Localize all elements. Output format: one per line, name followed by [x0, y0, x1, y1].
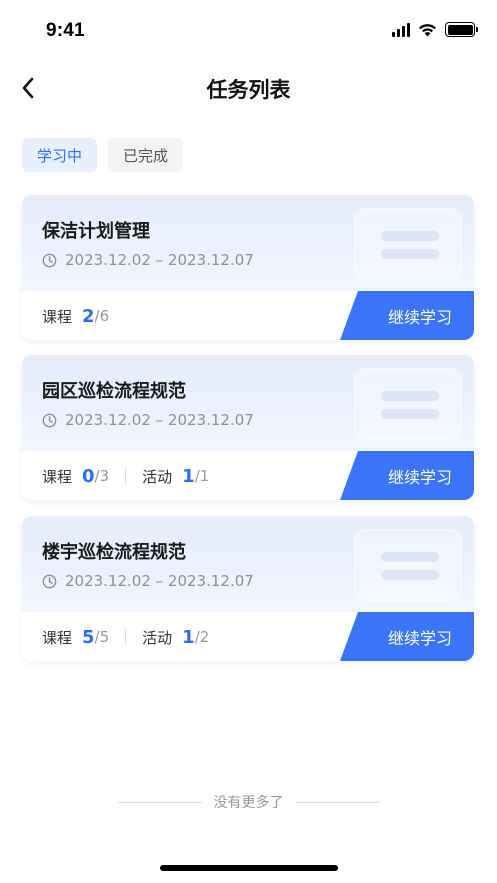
signal-icon — [392, 22, 410, 37]
card-footer: 课程 5 / 5 活动 1 / 2 继续学习 — [22, 612, 474, 661]
clock-icon — [42, 413, 57, 427]
tab-completed[interactable]: 已完成 — [108, 138, 184, 172]
card-footer: 课程 2 / 6 继续学习 — [22, 291, 474, 340]
nav-bar: 任务列表 — [0, 60, 497, 116]
home-indicator[interactable] — [160, 865, 338, 871]
task-date: 2023.12.02 – 2023.12.07 — [42, 411, 254, 429]
clock-icon — [42, 253, 57, 267]
task-card[interactable]: 园区巡检流程规范 2023.12.02 – 2023.12.07 课程 0 / … — [22, 355, 474, 500]
continue-learning-button[interactable]: 继续学习 — [340, 612, 474, 661]
card-decoration — [354, 529, 462, 601]
task-stats: 课程 0 / 3 活动 1 / 1 — [42, 465, 210, 487]
page-title: 任务列表 — [206, 78, 291, 102]
task-card[interactable]: 楼宇巡检流程规范 2023.12.02 – 2023.12.07 课程 5 / … — [22, 516, 474, 661]
stat-total-course: 5 — [99, 628, 110, 646]
filter-tabs: 学习中 已完成 — [22, 138, 184, 172]
stat-label-activity: 活动 — [142, 628, 173, 647]
task-title: 园区巡检流程规范 — [42, 381, 186, 402]
task-card[interactable]: 保洁计划管理 2023.12.02 – 2023.12.07 课程 2 / 6 … — [22, 195, 474, 340]
task-date-range: 2023.12.02 – 2023.12.07 — [65, 251, 254, 269]
stat-divider — [125, 629, 127, 645]
stat-label-course: 课程 — [42, 307, 73, 326]
end-of-list: 没有更多了 — [0, 792, 497, 812]
status-bar: 9:41 — [0, 0, 497, 60]
stat-total-activity: 2 — [199, 628, 210, 646]
card-decoration — [354, 368, 462, 440]
stat-label-course: 课程 — [42, 628, 73, 647]
stat-done-activity: 1 — [182, 465, 195, 487]
stat-divider — [125, 468, 127, 484]
card-header: 保洁计划管理 2023.12.02 – 2023.12.07 — [22, 195, 474, 291]
battery-icon — [445, 22, 478, 37]
wifi-icon — [419, 23, 436, 36]
stat-label-course: 课程 — [42, 467, 73, 486]
stat-done-course: 0 — [82, 465, 95, 487]
stat-done-activity: 1 — [182, 626, 195, 648]
status-icons — [392, 22, 478, 37]
card-header: 园区巡检流程规范 2023.12.02 – 2023.12.07 — [22, 355, 474, 451]
task-title: 楼宇巡检流程规范 — [42, 542, 186, 563]
end-of-list-text: 没有更多了 — [213, 795, 284, 811]
divider-line — [295, 801, 380, 803]
task-date-range: 2023.12.02 – 2023.12.07 — [65, 411, 254, 429]
stat-done-course: 2 — [82, 305, 95, 327]
tab-learning[interactable]: 学习中 — [22, 138, 98, 172]
task-stats: 课程 5 / 5 活动 1 / 2 — [42, 626, 210, 648]
stat-label-activity: 活动 — [142, 467, 173, 486]
clock-icon — [42, 574, 57, 588]
stat-total-activity: 1 — [199, 467, 210, 485]
card-footer: 课程 0 / 3 活动 1 / 1 继续学习 — [22, 451, 474, 500]
status-time: 9:41 — [46, 20, 85, 41]
card-decoration — [354, 208, 462, 280]
task-date-range: 2023.12.02 – 2023.12.07 — [65, 572, 254, 590]
continue-learning-button[interactable]: 继续学习 — [340, 451, 474, 500]
stat-total-course: 6 — [99, 307, 110, 325]
task-title: 保洁计划管理 — [42, 221, 150, 242]
divider-line — [117, 801, 202, 803]
task-date: 2023.12.02 – 2023.12.07 — [42, 572, 254, 590]
task-stats: 课程 2 / 6 — [42, 305, 110, 327]
continue-learning-button[interactable]: 继续学习 — [340, 291, 474, 340]
task-date: 2023.12.02 – 2023.12.07 — [42, 251, 254, 269]
card-header: 楼宇巡检流程规范 2023.12.02 – 2023.12.07 — [22, 516, 474, 612]
stat-total-course: 3 — [99, 467, 110, 485]
stat-done-course: 5 — [82, 626, 95, 648]
